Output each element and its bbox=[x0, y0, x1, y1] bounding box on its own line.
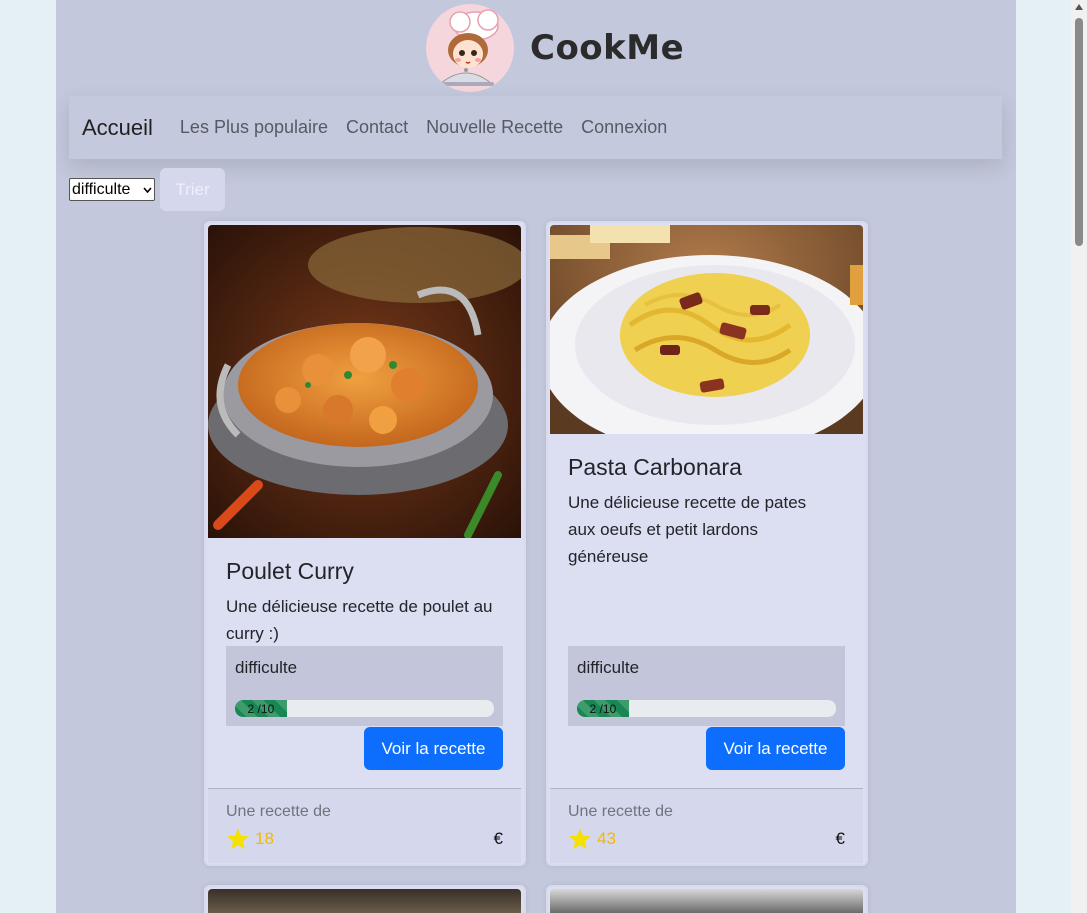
brand-header: CookMe bbox=[426, 4, 684, 92]
price-label: € bbox=[493, 829, 503, 848]
nav-link-popular[interactable]: Les Plus populaire bbox=[180, 117, 328, 138]
nav-home-link[interactable]: Accueil bbox=[82, 115, 153, 141]
price-label: € bbox=[835, 829, 845, 848]
nav-link-new-recipe[interactable]: Nouvelle Recette bbox=[426, 117, 563, 138]
view-recipe-button[interactable]: Voir la recette bbox=[364, 727, 503, 770]
recipe-card: Poulet Curry Une délicieuse recette de p… bbox=[204, 221, 526, 866]
chevron-down-icon bbox=[143, 186, 152, 193]
scrollbar[interactable] bbox=[1071, 0, 1087, 913]
recipe-image-poulet-curry bbox=[208, 225, 521, 538]
sort-bar: difficulte Trier bbox=[69, 168, 225, 211]
chef-logo bbox=[426, 4, 514, 92]
recipe-author-label: Une recette de bbox=[226, 803, 331, 820]
nav-link-contact[interactable]: Contact bbox=[346, 117, 408, 138]
recipe-title: Poulet Curry bbox=[226, 558, 354, 584]
recipe-author-label: Une recette de bbox=[568, 803, 673, 820]
recipe-card bbox=[204, 885, 526, 913]
difficulty-label: difficulte bbox=[235, 658, 298, 677]
recipe-description: Une délicieuse recette de poulet au curr… bbox=[226, 597, 493, 643]
recipe-title: Pasta Carbonara bbox=[568, 454, 742, 480]
recipe-image-pasta-carbonara bbox=[550, 225, 863, 434]
sort-select-value: difficulte bbox=[72, 180, 131, 198]
card-footer: Une recette de 18 € bbox=[208, 788, 521, 863]
recipe-image bbox=[208, 889, 521, 913]
recipe-card: Pasta Carbonara Une délicieuse recette d… bbox=[546, 221, 868, 866]
recipe-card bbox=[546, 885, 868, 913]
site-title: CookMe bbox=[530, 28, 685, 68]
scroll-up-arrow-icon[interactable] bbox=[1075, 4, 1083, 10]
star-icon bbox=[569, 828, 591, 849]
sort-button[interactable]: Trier bbox=[160, 168, 225, 211]
recipe-image bbox=[550, 889, 863, 913]
scrollbar-thumb[interactable] bbox=[1075, 18, 1083, 246]
nav-link-login[interactable]: Connexion bbox=[581, 117, 667, 138]
difficulty-progress-fill: 2 /10 bbox=[577, 700, 629, 717]
difficulty-box: difficulte 2 /10 bbox=[226, 646, 503, 726]
difficulty-box: difficulte 2 /10 bbox=[568, 646, 845, 726]
sort-select[interactable]: difficulte bbox=[69, 178, 155, 201]
recipe-description: Une délicieuse recette de pates aux oeuf… bbox=[568, 493, 807, 566]
view-recipe-button[interactable]: Voir la recette bbox=[706, 727, 845, 770]
rating-count: 43 bbox=[597, 829, 616, 848]
card-footer: Une recette de 43 € bbox=[550, 788, 863, 863]
difficulty-progress-bar: 2 /10 bbox=[235, 700, 494, 717]
rating-count: 18 bbox=[255, 829, 274, 848]
navbar: Accueil Les Plus populaire Contact Nouve… bbox=[69, 96, 1002, 159]
difficulty-progress-bar: 2 /10 bbox=[577, 700, 836, 717]
difficulty-label: difficulte bbox=[577, 658, 640, 677]
star-icon bbox=[227, 828, 249, 849]
page-container: CookMe Accueil Les Plus populaire Contac… bbox=[56, 0, 1016, 913]
difficulty-progress-fill: 2 /10 bbox=[235, 700, 287, 717]
